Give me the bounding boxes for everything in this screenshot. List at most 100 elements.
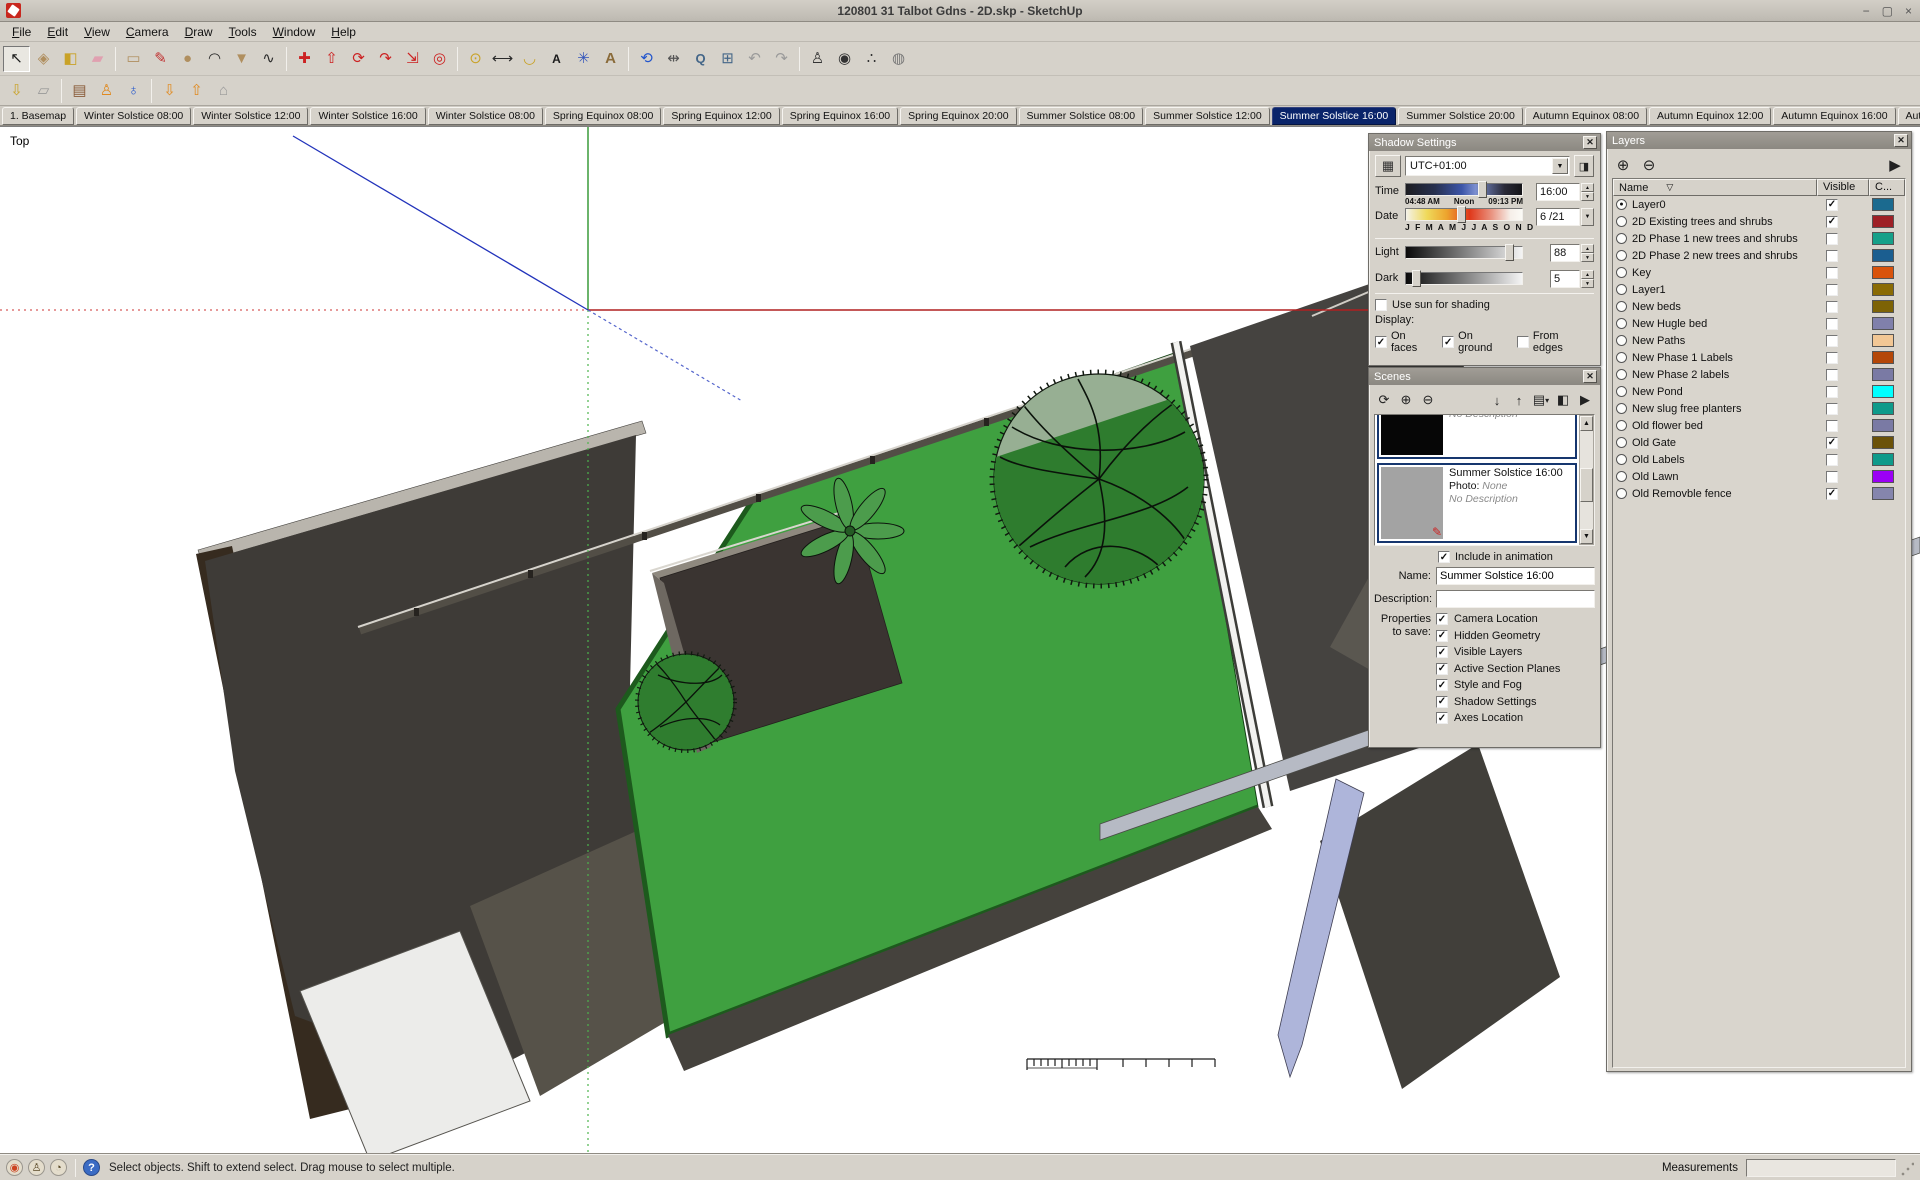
paint-bucket-button[interactable]: ◧ xyxy=(57,46,84,72)
layer-row[interactable]: 2D Phase 2 new trees and shrubs xyxy=(1613,247,1905,264)
layer-visible-checkbox[interactable]: ✓ xyxy=(1826,437,1838,449)
layer-visible-checkbox[interactable] xyxy=(1826,233,1838,245)
layer-radio[interactable]: ● xyxy=(1616,199,1627,210)
text-tool-button[interactable]: A xyxy=(543,46,570,72)
tab-autumn-equinox-more[interactable]: Autumn Equin xyxy=(1898,107,1920,125)
layer-radio[interactable] xyxy=(1616,267,1627,278)
layer-color-swatch[interactable] xyxy=(1872,368,1894,381)
make-component-button[interactable]: ◈ xyxy=(30,46,57,72)
axes-tool-button[interactable]: ✳ xyxy=(570,46,597,72)
get-current-view-button[interactable]: ⇩ xyxy=(3,78,30,104)
delete-layer-icon[interactable]: ⊖ xyxy=(1638,155,1660,175)
line-tool-button[interactable]: ✎ xyxy=(147,46,174,72)
layer-row[interactable]: New Pond xyxy=(1613,383,1905,400)
section-plane-button[interactable]: ◍ xyxy=(885,46,912,72)
layer-radio[interactable] xyxy=(1616,216,1627,227)
shadow-settings-checkbox[interactable]: ✓ xyxy=(1436,696,1448,708)
dark-spin-up-icon[interactable]: ▲ xyxy=(1581,270,1594,279)
rotate-tool-button[interactable]: ⟳ xyxy=(345,46,372,72)
freehand-tool-button[interactable]: ∿ xyxy=(255,46,282,72)
tab-autumn-equinox-0800[interactable]: Autumn Equinox 08:00 xyxy=(1525,107,1647,125)
timezone-select[interactable]: UTC+01:00 ▼ xyxy=(1405,156,1570,176)
layer-color-swatch[interactable] xyxy=(1872,198,1894,211)
layer-visible-checkbox[interactable] xyxy=(1826,301,1838,313)
menu-tools[interactable]: Tools xyxy=(221,23,265,41)
google-earth-button[interactable]: ♁ xyxy=(120,78,147,104)
maximize-button[interactable]: ▢ xyxy=(1882,4,1893,18)
tab-winter-solstice-0800-b[interactable]: Winter Solstice 08:00 xyxy=(428,107,543,125)
timezone-dropdown-icon[interactable]: ▼ xyxy=(1552,158,1568,174)
get-models-button[interactable]: ⇩ xyxy=(156,78,183,104)
layer-radio[interactable] xyxy=(1616,284,1627,295)
position-camera-button[interactable]: ♙ xyxy=(804,46,831,72)
layer-visible-checkbox[interactable] xyxy=(1826,318,1838,330)
orbit-tool-button[interactable]: ⟲ xyxy=(633,46,660,72)
scroll-up-icon[interactable]: ▲ xyxy=(1580,416,1593,431)
zoom-tool-button[interactable]: Q xyxy=(687,46,714,72)
layer-radio[interactable] xyxy=(1616,403,1627,414)
visible-column-header[interactable]: Visible xyxy=(1817,179,1869,196)
layer-radio[interactable] xyxy=(1616,318,1627,329)
layers-titlebar[interactable]: Layers ✕ xyxy=(1607,132,1911,149)
previous-view-button[interactable]: ↶ xyxy=(741,46,768,72)
layer-visible-checkbox[interactable] xyxy=(1826,454,1838,466)
layer-row[interactable]: New Paths xyxy=(1613,332,1905,349)
toggle-terrain-button[interactable]: ▱ xyxy=(30,78,57,104)
update-scene-icon[interactable]: ⟳ xyxy=(1374,390,1394,410)
time-spin-up-icon[interactable]: ▲ xyxy=(1581,183,1594,192)
tab-summer-solstice-1600[interactable]: Summer Solstice 16:00 xyxy=(1272,107,1397,125)
date-slider-handle[interactable] xyxy=(1457,206,1466,223)
geolocation-icon[interactable]: ◉ xyxy=(6,1159,23,1176)
layer-visible-checkbox[interactable] xyxy=(1826,267,1838,279)
show-details-icon[interactable]: ▶ xyxy=(1575,390,1595,410)
layer-row[interactable]: 2D Existing trees and shrubs✓ xyxy=(1613,213,1905,230)
dark-slider[interactable] xyxy=(1405,272,1523,285)
layer-row[interactable]: Old Lawn xyxy=(1613,468,1905,485)
scene-item-previous[interactable]: Photo: None No Description xyxy=(1377,415,1577,459)
look-around-button[interactable]: ◉ xyxy=(831,46,858,72)
follow-me-button[interactable]: ↷ xyxy=(372,46,399,72)
time-spinner[interactable]: ▲▼ xyxy=(1581,183,1594,201)
name-column-header[interactable]: Name▽ xyxy=(1613,179,1817,196)
tab-spring-equinox-2000[interactable]: Spring Equinox 20:00 xyxy=(900,107,1016,125)
next-view-button[interactable]: ↷ xyxy=(768,46,795,72)
share-component-button[interactable]: ⌂ xyxy=(210,78,237,104)
resize-grip[interactable] xyxy=(1900,1159,1914,1177)
visible-layers-checkbox[interactable]: ✓ xyxy=(1436,646,1448,658)
layer-row[interactable]: Old Gate✓ xyxy=(1613,434,1905,451)
credits-icon[interactable]: ◔ xyxy=(50,1159,67,1176)
select-tool-button[interactable]: ↖ xyxy=(3,46,30,72)
layers-close-icon[interactable]: ✕ xyxy=(1894,134,1908,147)
push-pull-button[interactable]: ⇧ xyxy=(318,46,345,72)
light-slider[interactable] xyxy=(1405,246,1523,259)
claim-credit-icon[interactable]: ♙ xyxy=(28,1159,45,1176)
photo-textures-button[interactable]: ▤ xyxy=(66,78,93,104)
rectangle-tool-button[interactable]: ▭ xyxy=(120,46,147,72)
pan-tool-button[interactable]: ⇹ xyxy=(660,46,687,72)
layer-color-swatch[interactable] xyxy=(1872,215,1894,228)
date-slider[interactable] xyxy=(1405,208,1523,221)
tab-spring-equinox-0800[interactable]: Spring Equinox 08:00 xyxy=(545,107,661,125)
layer-visible-checkbox[interactable] xyxy=(1826,386,1838,398)
scroll-down-icon[interactable]: ▼ xyxy=(1580,529,1593,544)
layer-row[interactable]: 2D Phase 1 new trees and shrubs xyxy=(1613,230,1905,247)
menu-camera[interactable]: Camera xyxy=(118,23,177,41)
view-options-icon[interactable]: ▤▾ xyxy=(1531,390,1551,410)
tab-spring-equinox-1200[interactable]: Spring Equinox 12:00 xyxy=(663,107,779,125)
scenes-titlebar[interactable]: Scenes ✕ xyxy=(1369,368,1600,385)
dimension-tool-button[interactable]: ⟷ xyxy=(489,46,516,72)
layer-visible-checkbox[interactable] xyxy=(1826,284,1838,296)
shadow-settings-close-icon[interactable]: ✕ xyxy=(1583,136,1597,149)
layer-visible-checkbox[interactable] xyxy=(1826,403,1838,415)
date-value-field[interactable]: 6 /21 xyxy=(1536,208,1580,226)
scenes-close-icon[interactable]: ✕ xyxy=(1583,370,1597,383)
layer-radio[interactable] xyxy=(1616,437,1627,448)
axes-location-checkbox[interactable]: ✓ xyxy=(1436,712,1448,724)
layer-color-swatch[interactable] xyxy=(1872,317,1894,330)
tab-winter-solstice-1200[interactable]: Winter Solstice 12:00 xyxy=(193,107,308,125)
arc-tool-button[interactable]: ◠ xyxy=(201,46,228,72)
tab-basemap[interactable]: 1. Basemap xyxy=(2,107,74,125)
light-spin-up-icon[interactable]: ▲ xyxy=(1581,244,1594,253)
menu-window[interactable]: Window xyxy=(265,23,324,41)
layer-color-swatch[interactable] xyxy=(1872,232,1894,245)
